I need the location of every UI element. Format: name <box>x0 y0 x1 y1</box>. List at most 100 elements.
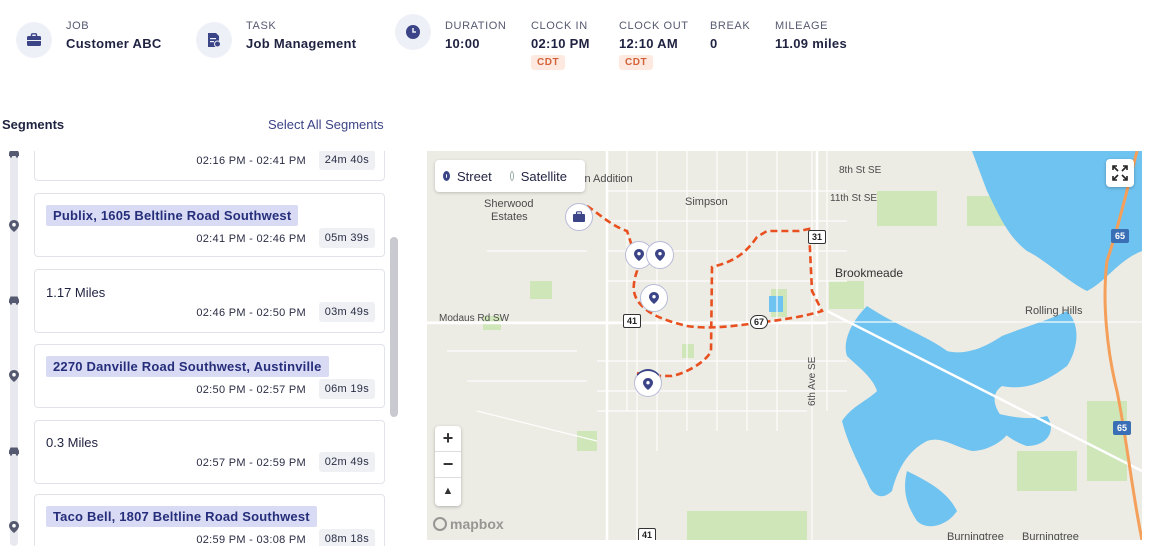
segment-duration: 05m 39s <box>318 228 375 248</box>
break-value: 0 <box>710 36 718 51</box>
segment-card-stop[interactable]: Taco Bell, 1807 Beltline Road Southwest … <box>34 494 385 546</box>
select-all-segments-link[interactable]: Select All Segments <box>268 117 384 132</box>
segment-location: 2270 Danville Road Southwest, Austinvill… <box>46 356 329 377</box>
map-label: 8th St SE <box>839 165 882 176</box>
location-pin-icon <box>643 377 653 390</box>
car-icon <box>6 151 22 161</box>
segment-card-drive[interactable]: 1.17 Miles 02:46 PM - 02:50 PM 03m 49s <box>34 269 385 333</box>
mileage-stat: MILEAGE 11.09 miles <box>775 14 847 51</box>
stop-marker[interactable] <box>640 284 668 312</box>
map-label: 11th St SE <box>830 193 878 204</box>
segment-times: 02:16 PM - 02:41 PM <box>196 155 306 167</box>
task-value: Job Management <box>246 36 357 51</box>
route-shield: 41 <box>623 314 642 328</box>
zoom-out-button[interactable]: − <box>435 452 461 478</box>
segment-times: 02:59 PM - 03:08 PM <box>196 534 306 546</box>
map-label: 6th Ave SE <box>807 356 818 406</box>
shift-summary-header: JOB Customer ABC TASK Job Management DUR… <box>0 0 1157 90</box>
segment-duration: 02m 49s <box>318 452 375 472</box>
segment-card-stop[interactable]: Publix, 1605 Beltline Road Southwest 02:… <box>34 193 385 257</box>
duration-stat: DURATION 10:00 <box>445 14 506 51</box>
map-canvas <box>427 151 1142 540</box>
task-info: TASK Job Management <box>196 14 356 58</box>
interstate-shield: 65 <box>1111 229 1130 243</box>
map-label: Burningtree <box>1022 531 1079 540</box>
segment-location: Taco Bell, 1807 Beltline Road Southwest <box>46 506 317 527</box>
fullscreen-icon <box>1112 165 1128 181</box>
duration-label: DURATION <box>445 20 507 32</box>
briefcase-icon <box>573 211 585 222</box>
mapbox-logo[interactable]: mapbox <box>433 516 504 532</box>
mapbox-text: mapbox <box>450 516 504 532</box>
mileage-label: MILEAGE <box>775 20 829 32</box>
segments-title: Segments <box>2 117 65 132</box>
stop-marker[interactable] <box>646 241 674 269</box>
briefcase-icon <box>16 22 52 58</box>
zoom-controls: + − ▲ <box>435 426 461 506</box>
street-label[interactable]: Street <box>457 169 492 184</box>
map-label: Simpson <box>685 196 728 208</box>
segment-times: 02:57 PM - 02:59 PM <box>196 457 306 469</box>
job-site-marker[interactable] <box>565 203 593 231</box>
route-shield: 31 <box>808 230 827 244</box>
job-info: JOB Customer ABC <box>16 14 162 58</box>
duration-value: 10:00 <box>445 36 480 51</box>
task-label: TASK <box>246 20 277 32</box>
map-label: Estates <box>491 211 528 223</box>
clock-icon <box>395 14 431 50</box>
segment-times: 02:41 PM - 02:46 PM <box>196 233 306 245</box>
clock-out-value: 12:10 AM <box>619 36 678 51</box>
clock-out-stat: CLOCK OUT 12:10 AM CDT <box>619 14 689 70</box>
segment-duration: 03m 49s <box>318 302 375 322</box>
segment-distance: 0.3 Miles <box>46 435 99 450</box>
clock-out-timezone-badge: CDT <box>619 55 654 70</box>
location-pin-icon <box>6 368 22 384</box>
map-label: Brookmeade <box>835 266 904 280</box>
compass-button[interactable]: ▲ <box>435 478 461 504</box>
car-icon <box>6 292 22 308</box>
satellite-radio[interactable] <box>509 171 514 181</box>
clock-in-label: CLOCK IN <box>531 20 588 32</box>
job-value: Customer ABC <box>66 36 162 51</box>
segments-scrollbar-thumb[interactable] <box>390 237 398 417</box>
clock-in-timezone-badge: CDT <box>531 55 566 70</box>
duration-icon-wrap <box>395 14 445 50</box>
map-view-toggle: Street Satellite <box>435 160 585 192</box>
segment-location: Publix, 1605 Beltline Road Southwest <box>46 205 299 226</box>
segments-list[interactable]: 02:16 PM - 02:41 PM 24m 40s Publix, 1605… <box>0 151 401 546</box>
segment-times: 02:46 PM - 02:50 PM <box>196 307 306 319</box>
clock-in-value: 02:10 PM <box>531 36 590 51</box>
street-radio[interactable] <box>443 171 451 181</box>
segment-duration: 06m 19s <box>318 379 375 399</box>
car-icon <box>6 443 22 459</box>
fullscreen-button[interactable] <box>1106 159 1134 187</box>
clock-out-label: CLOCK OUT <box>619 20 689 32</box>
segment-card-stop[interactable]: 2270 Danville Road Southwest, Austinvill… <box>34 344 385 408</box>
job-label: JOB <box>66 20 90 32</box>
mileage-value: 11.09 miles <box>775 36 847 51</box>
interstate-shield: 65 <box>1113 421 1132 435</box>
segment-times: 02:50 PM - 02:57 PM <box>196 384 306 396</box>
segment-distance: 1.17 Miles <box>46 285 106 300</box>
satellite-label[interactable]: Satellite <box>521 169 567 184</box>
segment-card-drive[interactable]: 0.3 Miles 02:57 PM - 02:59 PM 02m 49s <box>34 420 385 484</box>
location-pin-icon <box>649 292 659 304</box>
map-label: Modaus Rd SW <box>439 313 510 324</box>
clock-in-stat: CLOCK IN 02:10 PM CDT <box>531 14 590 70</box>
stop-marker[interactable] <box>634 369 662 397</box>
map-label: Rolling Hills <box>1025 305 1083 317</box>
map-label: Sherwood <box>484 198 534 210</box>
route-map[interactable]: riffin Addition Sherwood Estates Simpson… <box>427 151 1142 540</box>
mapbox-icon <box>433 517 447 531</box>
location-pin-icon <box>634 249 644 261</box>
map-label: Burningtree <box>947 531 1004 540</box>
task-list-icon <box>196 22 232 58</box>
break-stat: BREAK 0 <box>710 14 750 51</box>
segment-duration: 24m 40s <box>318 151 375 170</box>
location-pin-icon <box>655 249 665 261</box>
route-shield: 67 <box>750 315 769 329</box>
segment-card-drive[interactable]: 02:16 PM - 02:41 PM 24m 40s <box>34 151 385 181</box>
timeline-track <box>10 151 18 546</box>
zoom-in-button[interactable]: + <box>435 426 461 452</box>
segment-duration: 08m 18s <box>318 529 375 546</box>
